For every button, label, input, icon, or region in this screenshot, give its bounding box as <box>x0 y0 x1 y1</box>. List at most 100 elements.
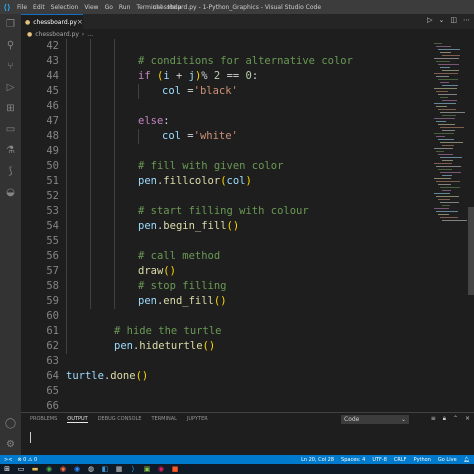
minimap-line <box>434 208 449 209</box>
output-channel-select[interactable]: Code ⌄ <box>341 415 409 424</box>
minimap-line <box>440 142 463 143</box>
variable: turtle <box>66 370 104 382</box>
more-actions-icon[interactable]: ⋯ <box>463 16 470 24</box>
breadcrumb-more[interactable]: ... <box>87 31 93 38</box>
editor-scrollbar[interactable] <box>468 207 474 295</box>
indentation[interactable]: Spaces: 4 <box>341 457 365 463</box>
task-view-icon[interactable]: ▭ <box>14 464 28 474</box>
minimap-line <box>442 175 452 176</box>
minimap-line <box>436 166 461 167</box>
code-line-50: # fill with given color <box>138 159 283 174</box>
app-icon[interactable]: ■ <box>168 464 182 474</box>
minimap-line <box>440 127 464 128</box>
minimap[interactable] <box>434 39 467 412</box>
menu-selection[interactable]: Selection <box>48 4 82 11</box>
end-of-line[interactable]: CRLF <box>394 457 407 463</box>
code-line-58: # stop filling <box>138 279 227 294</box>
paren: ) <box>245 175 252 187</box>
code-editor[interactable]: 42 43 44 45 46 47 48 49 50 51 52 53 54 55 56 57 58 59 60 61… <box>21 39 474 427</box>
python-file-icon: ● <box>25 18 31 26</box>
minimap-line <box>438 169 452 170</box>
clear-output-icon[interactable]: ≡ <box>431 415 436 423</box>
minimap-line <box>438 94 457 95</box>
code-line-57: draw() <box>138 264 176 279</box>
start-menu-icon[interactable]: ⊞ <box>0 464 14 474</box>
vscode-taskbar-icon[interactable]: ⟩ <box>126 464 140 474</box>
gear-icon[interactable]: ⚙ <box>0 434 21 455</box>
maximize-panel-icon[interactable]: ⌃ <box>453 415 458 423</box>
tab-problems[interactable]: PROBLEMS <box>30 416 57 422</box>
explorer-icon[interactable]: ❐ <box>0 14 21 35</box>
menu-bar: File Edit Selection View Go Run Terminal… <box>14 4 184 11</box>
source-control-icon[interactable]: ⑂ <box>0 56 21 77</box>
menu-terminal[interactable]: Terminal <box>133 4 164 11</box>
app-icon[interactable]: ▣ <box>140 464 154 474</box>
function: end_fill <box>163 295 214 307</box>
minimap-line <box>436 181 460 182</box>
menu-view[interactable]: View <box>81 4 101 11</box>
line-number-gutter: 42 43 44 45 46 47 48 49 50 51 52 53 54 55 56 57 58 59 60 61… <box>21 39 59 427</box>
minimap-line <box>442 70 459 71</box>
code-line-48: col ='white' <box>162 129 238 144</box>
menu-go[interactable]: Go <box>102 4 116 11</box>
line-number: 43 <box>46 55 59 67</box>
breadcrumb-separator: › <box>81 30 85 38</box>
breadcrumb-file[interactable]: chessboard.py <box>35 31 79 38</box>
run-icon[interactable]: ▷ <box>427 16 432 24</box>
python-icon[interactable]: ⟆ <box>0 161 21 182</box>
cursor-position[interactable]: Ln 20, Col 28 <box>301 457 334 463</box>
tab-label: chessboard.py <box>33 18 77 26</box>
line-number: 56 <box>46 250 59 262</box>
split-editor-icon[interactable]: ◫ <box>450 16 457 24</box>
language-mode[interactable]: Python <box>414 457 431 463</box>
remote-indicator[interactable]: >< <box>4 457 12 463</box>
notification-bell-icon[interactable]: 🔔︎ <box>464 457 470 463</box>
account-icon[interactable]: ◯ <box>0 413 21 434</box>
title-bar: ⟨⟩ File Edit Selection View Go Run Termi… <box>0 0 474 14</box>
zoom-icon[interactable]: ◉ <box>70 464 84 474</box>
line-number: 57 <box>46 265 59 277</box>
firefox-icon[interactable]: ◉ <box>56 464 70 474</box>
minimap-line <box>440 112 465 113</box>
remote-explorer-icon[interactable]: ▭ <box>0 119 21 140</box>
app-icon[interactable]: ◧ <box>98 464 112 474</box>
minimap-line <box>438 184 451 185</box>
docker-icon[interactable]: ◒ <box>0 182 21 203</box>
problems-counter[interactable]: ⊗ 0 ⚠ 0 <box>17 457 37 463</box>
menu-run[interactable]: Run <box>116 4 134 11</box>
lock-scroll-icon[interactable]: 🔒︎ <box>443 415 446 423</box>
variable: pen <box>138 295 157 307</box>
testing-icon[interactable]: ⚗ <box>0 140 21 161</box>
minimap-line <box>442 130 455 131</box>
tab-terminal[interactable]: TERMINAL <box>151 416 176 422</box>
encoding[interactable]: UTF-8 <box>372 457 387 463</box>
close-panel-icon[interactable]: × <box>465 415 470 423</box>
vscode-logo-icon: ⟨⟩ <box>3 2 11 12</box>
run-debug-icon[interactable]: ▷ <box>0 77 21 98</box>
code-area[interactable]: # conditions for alternative color if (i… <box>66 39 434 412</box>
string: 'black' <box>193 85 238 97</box>
go-live-button[interactable]: Go Live <box>438 457 457 463</box>
chevron-down-icon[interactable]: ⌄ <box>439 16 445 24</box>
chrome-icon[interactable]: ◉ <box>42 464 56 474</box>
tab-chessboard[interactable]: ● chessboard.py × <box>21 14 83 29</box>
line-number: 50 <box>46 160 59 172</box>
close-icon[interactable]: × <box>77 18 83 26</box>
tab-output[interactable]: OUTPUT <box>67 416 88 423</box>
search-icon[interactable]: ⚲ <box>0 35 21 56</box>
app-icon[interactable]: ◍ <box>84 464 98 474</box>
minimap-line <box>438 109 456 110</box>
menu-help[interactable]: Help <box>165 4 185 11</box>
menu-file[interactable]: File <box>14 4 30 11</box>
file-explorer-icon[interactable]: ▬ <box>28 464 42 474</box>
comment: # hide the turtle <box>114 325 222 337</box>
tab-debug-console[interactable]: DEBUG CONSOLE <box>98 416 142 422</box>
app-icon[interactable]: ◉ <box>154 464 168 474</box>
minimap-line <box>442 145 454 146</box>
extensions-icon[interactable]: ⊞ <box>0 98 21 119</box>
function: done <box>110 370 136 382</box>
tab-jupyter[interactable]: JUPYTER <box>187 416 208 422</box>
menu-edit[interactable]: Edit <box>30 4 48 11</box>
editor-tab-bar: ● chessboard.py × ▷ ⌄ ◫ ⋯ <box>21 14 474 29</box>
app-icon[interactable]: ▦ <box>112 464 126 474</box>
